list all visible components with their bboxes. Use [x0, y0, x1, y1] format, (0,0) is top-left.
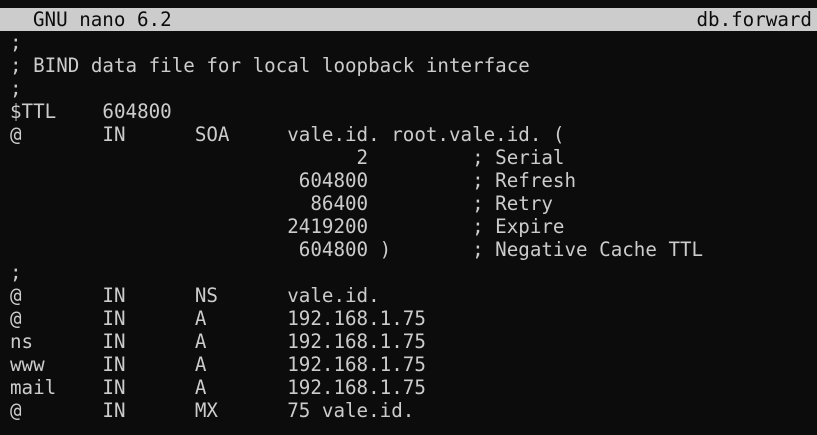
buffer-line: $TTL 604800: [10, 100, 172, 123]
buffer-line: mail IN A 192.168.1.75: [10, 376, 426, 399]
buffer-line: ; BIND data file for local loopback inte…: [10, 54, 530, 77]
nano-editor-window[interactable]: GNU nano 6.2 db.forward ; ; BIND data fi…: [0, 0, 817, 435]
buffer-line: @ IN MX 75 vale.id.: [10, 399, 415, 422]
buffer-line: 604800 ) ; Negative Cache TTL: [10, 238, 704, 261]
nano-title-bar: GNU nano 6.2 db.forward: [0, 8, 817, 31]
buffer-line: 86400 ; Retry: [10, 192, 553, 215]
buffer-line: @ IN NS vale.id.: [10, 284, 380, 307]
buffer-line: www IN A 192.168.1.75: [10, 353, 426, 376]
buffer-line: ;: [10, 77, 22, 100]
buffer-line: @ IN SOA vale.id. root.vale.id. (: [10, 123, 565, 146]
buffer-line: @ IN A 192.168.1.75: [10, 307, 426, 330]
buffer-line: 2419200 ; Expire: [10, 215, 565, 238]
buffer-line: 604800 ; Refresh: [10, 169, 577, 192]
buffer-line: ns IN A 192.168.1.75: [10, 330, 426, 353]
buffer-line: ;: [10, 261, 22, 284]
buffer-line: 2 ; Serial: [10, 146, 565, 169]
editor-name: GNU nano 6.2: [33, 8, 172, 31]
file-name: db.forward: [696, 8, 812, 31]
buffer-line: ;: [10, 31, 22, 54]
text-buffer[interactable]: ; ; BIND data file for local loopback in…: [10, 31, 815, 422]
